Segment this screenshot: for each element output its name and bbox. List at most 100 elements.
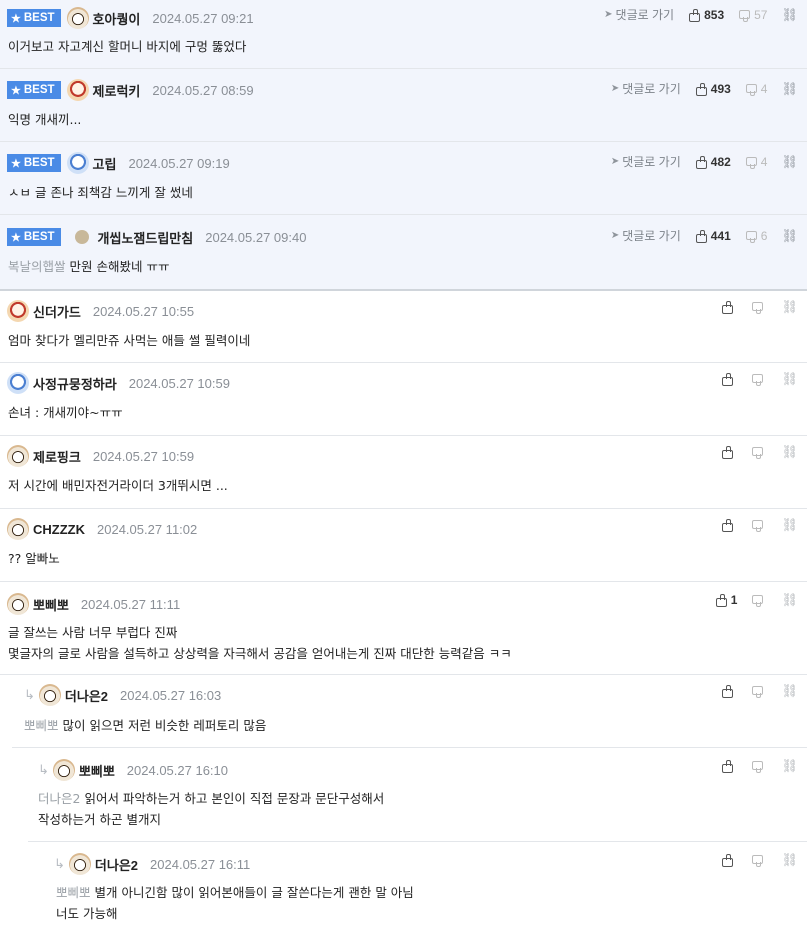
share-link-icon[interactable]: ⛓	[781, 81, 798, 97]
share-link-icon[interactable]: ⛓	[781, 228, 798, 244]
nickname[interactable]: 개씹노잼드립만침	[98, 228, 194, 247]
avatar[interactable]	[68, 853, 91, 875]
thumbs-down-icon[interactable]	[751, 854, 764, 867]
avatar[interactable]	[66, 152, 89, 174]
avatar[interactable]	[7, 518, 29, 540]
nickname[interactable]: 신더가드	[33, 302, 81, 321]
downvote-count: 57	[754, 7, 768, 22]
avatar[interactable]	[52, 759, 75, 781]
thumbs-up-icon[interactable]	[721, 854, 734, 867]
thumbs-down-icon[interactable]	[751, 373, 764, 386]
comment-text: 뽀삐뽀 별개 아니긴함 많이 읽어본애들이 글 잘쓴다는게 괜한 말 아님 너도 …	[56, 885, 414, 921]
nickname[interactable]: 뽀삐뽀	[33, 595, 69, 614]
goto-comment-link[interactable]: ➤ 댓글로 가기	[611, 227, 681, 244]
comment-actions: 1 ⛓	[715, 592, 798, 608]
avatar[interactable]	[74, 230, 89, 244]
reply-target[interactable]: 복날의햅쌀	[8, 259, 66, 274]
thumbs-down-icon[interactable]	[738, 9, 751, 22]
thumbs-down-icon[interactable]	[751, 685, 764, 698]
share-link-icon[interactable]: ⛓	[781, 517, 798, 533]
share-link-icon[interactable]: ⛓	[781, 371, 798, 387]
upvote-count: 1	[730, 593, 738, 607]
thumbs-up-icon[interactable]	[695, 82, 707, 96]
comment-header: ↳ 뽀삐뽀 2024.05.27 16:10	[38, 759, 228, 781]
nickname[interactable]: 제로핑크	[33, 447, 81, 466]
reply-arrow-icon: ↳	[54, 856, 65, 872]
thumbs-up-icon[interactable]	[688, 8, 701, 22]
avatar[interactable]	[7, 300, 29, 322]
avatar[interactable]	[7, 372, 29, 394]
share-link-icon[interactable]: ⛓	[781, 7, 798, 23]
thumbs-down-icon[interactable]	[751, 446, 764, 459]
thumbs-down-icon[interactable]	[751, 594, 764, 607]
best-comment: ★ BEST 개씹노잼드립만침 2024.05.27 09:40 복날의햅쌀 만원 …	[0, 215, 807, 289]
thumbs-down-icon[interactable]	[751, 519, 764, 532]
avatar[interactable]	[7, 445, 29, 467]
star-icon: ★	[11, 84, 21, 97]
nickname[interactable]: 더나은2	[95, 855, 138, 874]
nickname[interactable]: 고립	[93, 154, 117, 173]
nickname[interactable]: CHZZZK	[33, 522, 85, 537]
comment-text: 엄마 찾다가 멜리만쥬 사먹는 애들 썰 필력이네	[8, 333, 251, 348]
comment-actions: ➤ 댓글로 가기 482 4 ⛓	[611, 153, 798, 170]
avatar[interactable]	[66, 79, 89, 101]
thumbs-down-icon[interactable]	[751, 301, 764, 314]
thumbs-down-icon[interactable]	[745, 83, 757, 96]
comment-actions: ➤ 댓글로 가기 853 57 ⛓	[604, 6, 798, 23]
comment-date: 2024.05.27 08:59	[152, 82, 254, 98]
goto-comment-link[interactable]: ➤ 댓글로 가기	[611, 153, 681, 170]
comment-date: 2024.05.27 10:59	[128, 375, 230, 391]
nickname[interactable]: 호아퀑이	[93, 9, 141, 28]
thumbs-up-icon[interactable]	[721, 373, 734, 386]
comment-date: 2024.05.27 11:11	[80, 596, 181, 612]
thumbs-down-icon[interactable]	[745, 156, 757, 169]
share-link-icon[interactable]: ⛓	[781, 299, 798, 315]
comment-text: 뽀삐뽀 많이 읽으면 저런 비슷한 레퍼토리 많음	[24, 718, 267, 733]
send-arrow-icon: ➤	[610, 230, 620, 241]
comment-date: 2024.05.27 09:21	[152, 10, 254, 26]
avatar[interactable]	[66, 7, 89, 29]
comment-date: 2024.05.27 11:02	[97, 521, 198, 537]
goto-comment-link[interactable]: ➤ 댓글로 가기	[611, 80, 681, 97]
comment-actions: ⛓	[721, 852, 798, 868]
thumbs-up-icon[interactable]	[721, 685, 734, 698]
avatar[interactable]	[38, 684, 61, 706]
thumbs-up-icon[interactable]	[721, 446, 734, 459]
thumbs-up-icon[interactable]	[721, 519, 734, 532]
share-link-icon[interactable]: ⛓	[781, 683, 798, 699]
reply-target[interactable]: 뽀삐뽀	[56, 885, 91, 900]
thumbs-down-icon[interactable]	[745, 230, 757, 243]
best-badge: ★ BEST	[7, 9, 61, 27]
share-link-icon[interactable]: ⛓	[781, 154, 798, 170]
comment-text: ㅅㅂ 글 존나 죄책감 느끼게 잘 썼네	[8, 185, 193, 200]
share-link-icon[interactable]: ⛓	[781, 444, 798, 460]
reply-target[interactable]: 더나은2	[38, 791, 80, 806]
comment-header: CHZZZK 2024.05.27 11:02	[7, 518, 198, 540]
share-link-icon[interactable]: ⛓	[781, 592, 798, 608]
nickname[interactable]: 사정규뭉정하라	[33, 374, 117, 393]
send-arrow-icon: ➤	[610, 156, 620, 167]
reply-target[interactable]: 뽀삐뽀	[24, 718, 59, 733]
comment-actions: ⛓	[721, 371, 798, 387]
thumbs-up-icon[interactable]	[695, 155, 707, 169]
thumbs-up-icon[interactable]	[695, 229, 707, 243]
comment-header: ↳ 더나은2 2024.05.27 16:11	[54, 853, 250, 875]
share-link-icon[interactable]: ⛓	[781, 852, 798, 868]
best-comment: ★ BEST 제로럭키 2024.05.27 08:59 익명 개새끼... ➤ 댓…	[0, 69, 807, 142]
upvote-count: 493	[710, 81, 731, 96]
comment-text: 글 잘쓰는 사람 너무 부럽다 진짜 몇글자의 글로 사람을 설득하고 상상력을…	[8, 625, 512, 661]
thumbs-up-icon[interactable]	[721, 301, 734, 314]
comment-text: 이거보고 자고계신 할머니 바지에 구멍 뚫었다	[8, 39, 247, 54]
avatar[interactable]	[7, 593, 29, 615]
thumbs-up-icon[interactable]	[721, 760, 734, 773]
send-arrow-icon: ➤	[610, 83, 620, 94]
goto-comment-link[interactable]: ➤ 댓글로 가기	[604, 6, 674, 23]
nickname[interactable]: 제로럭키	[93, 81, 141, 100]
thumbs-up-icon[interactable]	[715, 594, 727, 607]
upvote-count: 441	[710, 228, 731, 243]
thumbs-down-icon[interactable]	[751, 760, 764, 773]
share-link-icon[interactable]: ⛓	[781, 758, 798, 774]
nickname[interactable]: 뽀삐뽀	[79, 761, 115, 780]
comment-date: 2024.05.27 09:19	[128, 155, 230, 171]
nickname[interactable]: 더나은2	[65, 686, 108, 705]
